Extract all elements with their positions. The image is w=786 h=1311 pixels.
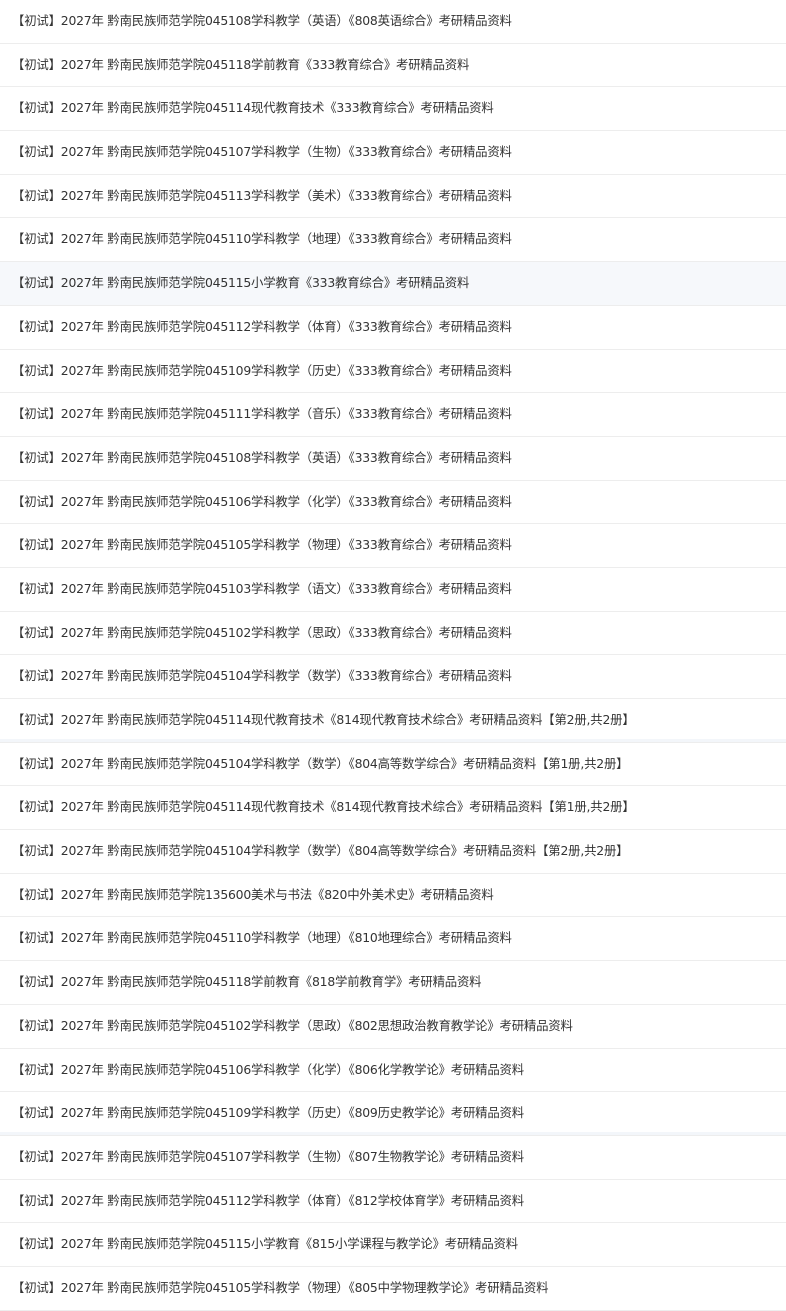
list-item[interactable]: 【初试】2027年 黔南民族师范学院045105学科教学（物理）《333教育综合… bbox=[0, 524, 786, 568]
material-link[interactable]: 【初试】2027年 黔南民族师范学院045114现代教育技术《814现代教育技术… bbox=[12, 712, 635, 727]
list-item[interactable]: 【初试】2027年 黔南民族师范学院045105学科教学（物理）《805中学物理… bbox=[0, 1266, 786, 1311]
material-link[interactable]: 【初试】2027年 黔南民族师范学院045111学科教学（音乐）《333教育综合… bbox=[12, 406, 512, 421]
list-item[interactable]: 【初试】2027年 黔南民族师范学院045108学科教学（英语）《808英语综合… bbox=[0, 0, 786, 44]
material-link[interactable]: 【初试】2027年 黔南民族师范学院045112学科教学（体育）《333教育综合… bbox=[12, 319, 512, 334]
material-list: 【初试】2027年 黔南民族师范学院045108学科教学（英语）《808英语综合… bbox=[0, 0, 786, 1311]
material-link[interactable]: 【初试】2027年 黔南民族师范学院045106学科教学（化学）《806化学教学… bbox=[12, 1062, 524, 1077]
material-link[interactable]: 【初试】2027年 黔南民族师范学院045105学科教学（物理）《333教育综合… bbox=[12, 537, 512, 552]
list-item[interactable]: 【初试】2027年 黔南民族师范学院045115小学教育《333教育综合》考研精… bbox=[0, 262, 786, 306]
list-item[interactable]: 【初试】2027年 黔南民族师范学院045104学科教学（数学）《333教育综合… bbox=[0, 655, 786, 699]
list-item[interactable]: 【初试】2027年 黔南民族师范学院045104学科教学（数学）《804高等数学… bbox=[0, 742, 786, 787]
material-link[interactable]: 【初试】2027年 黔南民族师范学院045115小学教育《815小学课程与教学论… bbox=[12, 1236, 518, 1251]
list-item[interactable]: 【初试】2027年 黔南民族师范学院045114现代教育技术《814现代教育技术… bbox=[0, 699, 786, 743]
material-link[interactable]: 【初试】2027年 黔南民族师范学院045102学科教学（思政）《333教育综合… bbox=[12, 625, 512, 640]
list-item[interactable]: 【初试】2027年 黔南民族师范学院045106学科教学（化学）《806化学教学… bbox=[0, 1048, 786, 1093]
material-link[interactable]: 【初试】2027年 黔南民族师范学院045108学科教学（英语）《808英语综合… bbox=[12, 13, 512, 28]
list-item[interactable]: 【初试】2027年 黔南民族师范学院045111学科教学（音乐）《333教育综合… bbox=[0, 393, 786, 437]
list-item[interactable]: 【初试】2027年 黔南民族师范学院045118学前教育《333教育综合》考研精… bbox=[0, 43, 786, 88]
list-item[interactable]: 【初试】2027年 黔南民族师范学院045118学前教育《818学前教育学》考研… bbox=[0, 961, 786, 1005]
list-item[interactable]: 【初试】2027年 黔南民族师范学院045112学科教学（体育）《333教育综合… bbox=[0, 305, 786, 350]
material-link[interactable]: 【初试】2027年 黔南民族师范学院045110学科教学（地理）《333教育综合… bbox=[12, 231, 512, 246]
material-link[interactable]: 【初试】2027年 黔南民族师范学院045108学科教学（英语）《333教育综合… bbox=[12, 450, 512, 465]
material-link[interactable]: 【初试】2027年 黔南民族师范学院045107学科教学（生物）《333教育综合… bbox=[12, 144, 512, 159]
list-item[interactable]: 【初试】2027年 黔南民族师范学院045115小学教育《815小学课程与教学论… bbox=[0, 1223, 786, 1267]
list-item[interactable]: 【初试】2027年 黔南民族师范学院045102学科教学（思政）《333教育综合… bbox=[0, 611, 786, 656]
material-link[interactable]: 【初试】2027年 黔南民族师范学院045110学科教学（地理）《810地理综合… bbox=[12, 930, 512, 945]
list-item[interactable]: 【初试】2027年 黔南民族师范学院045102学科教学（思政）《802思想政治… bbox=[0, 1004, 786, 1049]
material-link[interactable]: 【初试】2027年 黔南民族师范学院045113学科教学（美术）《333教育综合… bbox=[12, 188, 512, 203]
list-item[interactable]: 【初试】2027年 黔南民族师范学院045110学科教学（地理）《810地理综合… bbox=[0, 917, 786, 962]
list-item[interactable]: 【初试】2027年 黔南民族师范学院045108学科教学（英语）《333教育综合… bbox=[0, 436, 786, 481]
material-link[interactable]: 【初试】2027年 黔南民族师范学院045109学科教学（历史）《333教育综合… bbox=[12, 363, 512, 378]
list-item[interactable]: 【初试】2027年 黔南民族师范学院045109学科教学（历史）《333教育综合… bbox=[0, 349, 786, 394]
material-link[interactable]: 【初试】2027年 黔南民族师范学院045104学科教学（数学）《804高等数学… bbox=[12, 843, 629, 858]
list-item[interactable]: 【初试】2027年 黔南民族师范学院045107学科教学（生物）《333教育综合… bbox=[0, 131, 786, 175]
material-link[interactable]: 【初试】2027年 黔南民族师范学院045104学科教学（数学）《804高等数学… bbox=[12, 756, 629, 771]
material-link[interactable]: 【初试】2027年 黔南民族师范学院045105学科教学（物理）《805中学物理… bbox=[12, 1280, 548, 1295]
material-link[interactable]: 【初试】2027年 黔南民族师范学院135600美术与书法《820中外美术史》考… bbox=[12, 887, 494, 902]
list-item[interactable]: 【初试】2027年 黔南民族师范学院135600美术与书法《820中外美术史》考… bbox=[0, 873, 786, 918]
list-item[interactable]: 【初试】2027年 黔南民族师范学院045110学科教学（地理）《333教育综合… bbox=[0, 218, 786, 263]
material-link[interactable]: 【初试】2027年 黔南民族师范学院045103学科教学（语文）《333教育综合… bbox=[12, 581, 512, 596]
list-item[interactable]: 【初试】2027年 黔南民族师范学院045103学科教学（语文）《333教育综合… bbox=[0, 567, 786, 612]
material-link[interactable]: 【初试】2027年 黔南民族师范学院045118学前教育《818学前教育学》考研… bbox=[12, 974, 482, 989]
list-item[interactable]: 【初试】2027年 黔南民族师范学院045109学科教学（历史）《809历史教学… bbox=[0, 1092, 786, 1136]
list-item[interactable]: 【初试】2027年 黔南民族师范学院045114现代教育技术《814现代教育技术… bbox=[0, 786, 786, 831]
material-link[interactable]: 【初试】2027年 黔南民族师范学院045104学科教学（数学）《333教育综合… bbox=[12, 668, 512, 683]
material-link[interactable]: 【初试】2027年 黔南民族师范学院045114现代教育技术《333教育综合》考… bbox=[12, 100, 494, 115]
material-link[interactable]: 【初试】2027年 黔南民族师范学院045112学科教学（体育）《812学校体育… bbox=[12, 1193, 524, 1208]
material-link[interactable]: 【初试】2027年 黔南民族师范学院045118学前教育《333教育综合》考研精… bbox=[12, 57, 469, 72]
material-link[interactable]: 【初试】2027年 黔南民族师范学院045102学科教学（思政）《802思想政治… bbox=[12, 1018, 573, 1033]
list-item[interactable]: 【初试】2027年 黔南民族师范学院045104学科教学（数学）《804高等数学… bbox=[0, 830, 786, 874]
material-link[interactable]: 【初试】2027年 黔南民族师范学院045115小学教育《333教育综合》考研精… bbox=[12, 275, 469, 290]
list-item[interactable]: 【初试】2027年 黔南民族师范学院045112学科教学（体育）《812学校体育… bbox=[0, 1179, 786, 1224]
material-link[interactable]: 【初试】2027年 黔南民族师范学院045107学科教学（生物）《807生物教学… bbox=[12, 1149, 524, 1164]
material-link[interactable]: 【初试】2027年 黔南民族师范学院045114现代教育技术《814现代教育技术… bbox=[12, 799, 635, 814]
material-link[interactable]: 【初试】2027年 黔南民族师范学院045106学科教学（化学）《333教育综合… bbox=[12, 494, 512, 509]
list-item[interactable]: 【初试】2027年 黔南民族师范学院045113学科教学（美术）《333教育综合… bbox=[0, 174, 786, 219]
list-item[interactable]: 【初试】2027年 黔南民族师范学院045114现代教育技术《333教育综合》考… bbox=[0, 87, 786, 132]
list-item[interactable]: 【初试】2027年 黔南民族师范学院045107学科教学（生物）《807生物教学… bbox=[0, 1135, 786, 1180]
material-link[interactable]: 【初试】2027年 黔南民族师范学院045109学科教学（历史）《809历史教学… bbox=[12, 1105, 524, 1120]
list-item[interactable]: 【初试】2027年 黔南民族师范学院045106学科教学（化学）《333教育综合… bbox=[0, 480, 786, 525]
